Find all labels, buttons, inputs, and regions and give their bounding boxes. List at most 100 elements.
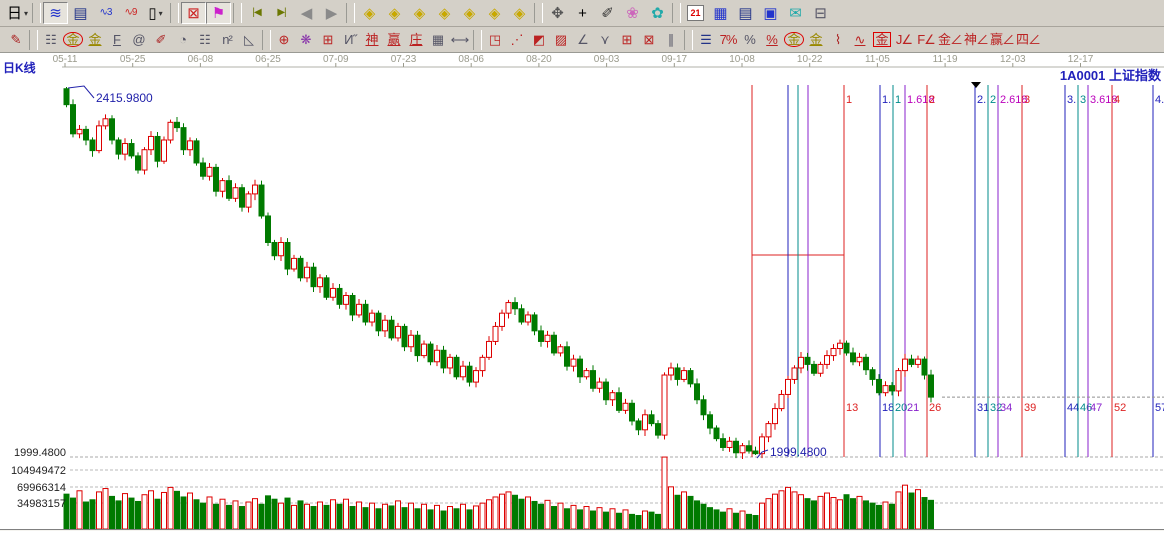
- volume-bar: [84, 502, 89, 529]
- zhuang-tool-icon: 庄: [409, 33, 422, 46]
- grid-a[interactable]: ⊞: [616, 30, 638, 50]
- step-ladder[interactable]: ☰: [695, 30, 717, 50]
- circle-cross[interactable]: ⊕: [273, 30, 295, 50]
- parallel-lines[interactable]: ∥: [660, 30, 682, 50]
- shen-tool[interactable]: 神: [361, 30, 383, 50]
- percent-lines[interactable]: %: [761, 30, 783, 50]
- n-squared[interactable]: n²: [216, 30, 238, 50]
- expand-diamond[interactable]: ◈: [407, 2, 432, 24]
- percent[interactable]: %: [739, 30, 761, 50]
- span-measure[interactable]: ⟷: [449, 30, 471, 50]
- last-page[interactable]: ▶|: [269, 2, 294, 24]
- candle-pen[interactable]: ⌇: [827, 30, 849, 50]
- zhuang-tool[interactable]: 庄: [405, 30, 427, 50]
- pattern-tool[interactable]: ⊠: [181, 2, 206, 24]
- pan-hand[interactable]: ✥: [545, 2, 570, 24]
- volume-bar: [103, 489, 108, 529]
- candlestick: [324, 278, 329, 297]
- grid-b[interactable]: ⊠: [638, 30, 660, 50]
- calendar[interactable]: 21: [683, 2, 708, 24]
- volume-bar: [298, 501, 303, 529]
- date-label: 11-19: [933, 54, 958, 65]
- pen-measure[interactable]: ✐: [150, 30, 172, 50]
- line-spacing-tool[interactable]: ☷: [40, 30, 62, 50]
- notebook[interactable]: ▤: [733, 2, 758, 24]
- first-page[interactable]: |◀: [244, 2, 269, 24]
- ray-box[interactable]: ▨: [550, 30, 572, 50]
- send-mail[interactable]: ✉: [783, 2, 808, 24]
- cycle-clock[interactable]: ◔: [172, 30, 194, 50]
- center-diamond[interactable]: ◈: [507, 2, 532, 24]
- gold-box[interactable]: 金: [871, 30, 893, 50]
- next-page[interactable]: ▶: [319, 2, 344, 24]
- print[interactable]: ⊟: [808, 2, 833, 24]
- app-root: { "chart": { "pane_label": "日K线", "symbo…: [0, 0, 1164, 533]
- candlestick: [857, 357, 862, 361]
- spiral[interactable]: @: [128, 30, 150, 50]
- save[interactable]: ▣: [758, 2, 783, 24]
- ray-fan[interactable]: ⋰: [506, 30, 528, 50]
- wave-9[interactable]: ∿9: [118, 2, 143, 24]
- broken-wave[interactable]: И˝: [339, 30, 361, 50]
- date-label: 06-08: [188, 54, 214, 65]
- candlestick: [877, 379, 882, 392]
- wave-3[interactable]: ∿3: [93, 2, 118, 24]
- jump-left-diamond[interactable]: ◈: [357, 2, 382, 24]
- volume-bar: [623, 510, 628, 529]
- wave-check[interactable]: ⋎: [594, 30, 616, 50]
- compress-diamond[interactable]: ◈: [432, 2, 457, 24]
- f-angle[interactable]: F∠: [915, 30, 937, 50]
- gold-angle[interactable]: 金∠: [937, 30, 963, 50]
- spider-grid[interactable]: ⊞: [317, 30, 339, 50]
- date-label: 10-22: [797, 54, 823, 65]
- zoom-out-diamond[interactable]: ◈: [457, 2, 482, 24]
- chart-canvas[interactable]: 05-1105-2506-0806-2507-0907-2308-0608-20…: [0, 53, 1164, 529]
- smart-brain-icon: ✿: [651, 6, 664, 21]
- four-angle[interactable]: 四∠: [1015, 30, 1041, 50]
- toolbar-separator: [170, 3, 179, 23]
- info-board[interactable]: ▤: [68, 2, 93, 24]
- grid-ticks[interactable]: ☷: [194, 30, 216, 50]
- pointer-annotate[interactable]: ✐: [595, 2, 620, 24]
- candle-style-dropdown-icon: ▯: [148, 6, 156, 21]
- crosshair[interactable]: +: [570, 2, 595, 24]
- candlestick: [448, 357, 453, 368]
- ying-angle[interactable]: 赢∠: [989, 30, 1015, 50]
- abacus-grid[interactable]: ▦: [427, 30, 449, 50]
- gold-ratio-circled[interactable]: 金: [62, 30, 84, 50]
- candlestick: [532, 315, 537, 331]
- overlay-chart[interactable]: ≋: [43, 2, 68, 24]
- gold-level[interactable]: 金: [805, 30, 827, 50]
- f-lines[interactable]: F: [106, 30, 128, 50]
- ying-tool[interactable]: 赢: [383, 30, 405, 50]
- volume-bar: [779, 491, 784, 529]
- toolbox[interactable]: ❀: [620, 2, 645, 24]
- candlestick: [220, 181, 225, 192]
- volume-bar: [883, 502, 888, 529]
- calculator[interactable]: ▦: [708, 2, 733, 24]
- prev-page[interactable]: ◀: [294, 2, 319, 24]
- candle-style-dropdown[interactable]: ▯▾: [143, 2, 168, 24]
- j-angle[interactable]: J∠: [893, 30, 915, 50]
- smart-brain[interactable]: ✿: [645, 2, 670, 24]
- gold-lines[interactable]: 金: [84, 30, 106, 50]
- n-squared-icon: n²: [222, 33, 232, 46]
- angle-fan[interactable]: ∠: [572, 30, 594, 50]
- gann-box[interactable]: ◳: [484, 30, 506, 50]
- shen-angle[interactable]: 神∠: [963, 30, 989, 50]
- a-wave[interactable]: ∿: [849, 30, 871, 50]
- jump-right-diamond[interactable]: ◈: [382, 2, 407, 24]
- volume-bar: [162, 492, 167, 529]
- color-flag[interactable]: ⚑: [206, 2, 231, 24]
- zoom-in-diamond[interactable]: ◈: [482, 2, 507, 24]
- gold-lines-icon: 金: [88, 33, 101, 46]
- angle-ruler[interactable]: ◺: [238, 30, 260, 50]
- period-day-dropdown[interactable]: 日▾: [5, 2, 30, 24]
- petal-flower[interactable]: ❋: [295, 30, 317, 50]
- fan-box[interactable]: ◩: [528, 30, 550, 50]
- percent-retrace[interactable]: 7%: [717, 30, 739, 50]
- volume-bar: [285, 498, 290, 529]
- volume-bar: [474, 506, 479, 529]
- draw-brush[interactable]: ✎: [5, 30, 27, 50]
- gold-circle[interactable]: 金: [783, 30, 805, 50]
